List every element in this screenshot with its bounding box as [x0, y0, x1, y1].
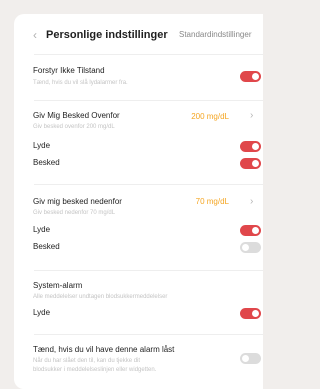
low-sound-label: Lyde: [33, 225, 51, 234]
low-sound-toggle[interactable]: [240, 225, 261, 236]
lock-alarm-description-line2: blodsukker i meddelelseslinjen eller wid…: [33, 367, 157, 373]
dnd-label: Forstyr Ikke Tilstand: [33, 66, 105, 75]
system-alarm-description: Alle meddelelser undtagen blodsukkermedd…: [33, 294, 168, 300]
high-alert-label[interactable]: Giv Mig Besked Ovenfor: [33, 111, 120, 121]
page-title: Personlige indstillinger: [46, 29, 168, 41]
high-sound-toggle[interactable]: [240, 141, 261, 152]
lock-alarm-description-line1: Når du har slået den til, kan du tjekke …: [33, 358, 141, 364]
lock-alarm-toggle[interactable]: [240, 353, 261, 364]
low-alert-value[interactable]: 70 mg/dL: [196, 197, 229, 207]
chevron-right-icon[interactable]: ›: [250, 197, 253, 207]
default-settings-link[interactable]: Standardindstillinger: [179, 26, 252, 44]
system-alarm-label: System-alarm: [33, 281, 83, 290]
high-alert-value[interactable]: 200 mg/dL: [191, 112, 229, 122]
dnd-description: Tænd, hvis du vil slå lydalarmer fra.: [33, 80, 128, 86]
divider: [34, 270, 263, 271]
high-notify-toggle[interactable]: [240, 158, 261, 169]
divider: [34, 334, 263, 335]
system-sound-toggle[interactable]: [240, 308, 261, 319]
divider: [34, 54, 263, 55]
chevron-left-icon[interactable]: ‹: [33, 26, 37, 44]
high-alert-description: Giv besked ovenfor 200 mg/dL: [33, 124, 115, 130]
settings-panel: ‹ Personlige indstillinger Standardindst…: [14, 14, 263, 389]
chevron-right-icon[interactable]: ›: [250, 111, 253, 121]
system-sound-label: Lyde: [33, 308, 51, 317]
dnd-toggle[interactable]: [240, 71, 261, 82]
low-alert-description: Giv besked nedenfor 70 mg/dL: [33, 210, 116, 216]
low-notify-toggle[interactable]: [240, 242, 261, 253]
low-notify-label: Besked: [33, 242, 60, 251]
divider: [34, 100, 263, 101]
divider: [34, 184, 263, 185]
high-notify-label: Besked: [33, 158, 60, 167]
lock-alarm-label: Tænd, hvis du vil have denne alarm låst: [33, 345, 175, 354]
high-sound-label: Lyde: [33, 141, 51, 150]
low-alert-label[interactable]: Giv mig besked nedenfor: [33, 197, 122, 207]
header: ‹ Personlige indstillinger Standardindst…: [14, 26, 263, 44]
